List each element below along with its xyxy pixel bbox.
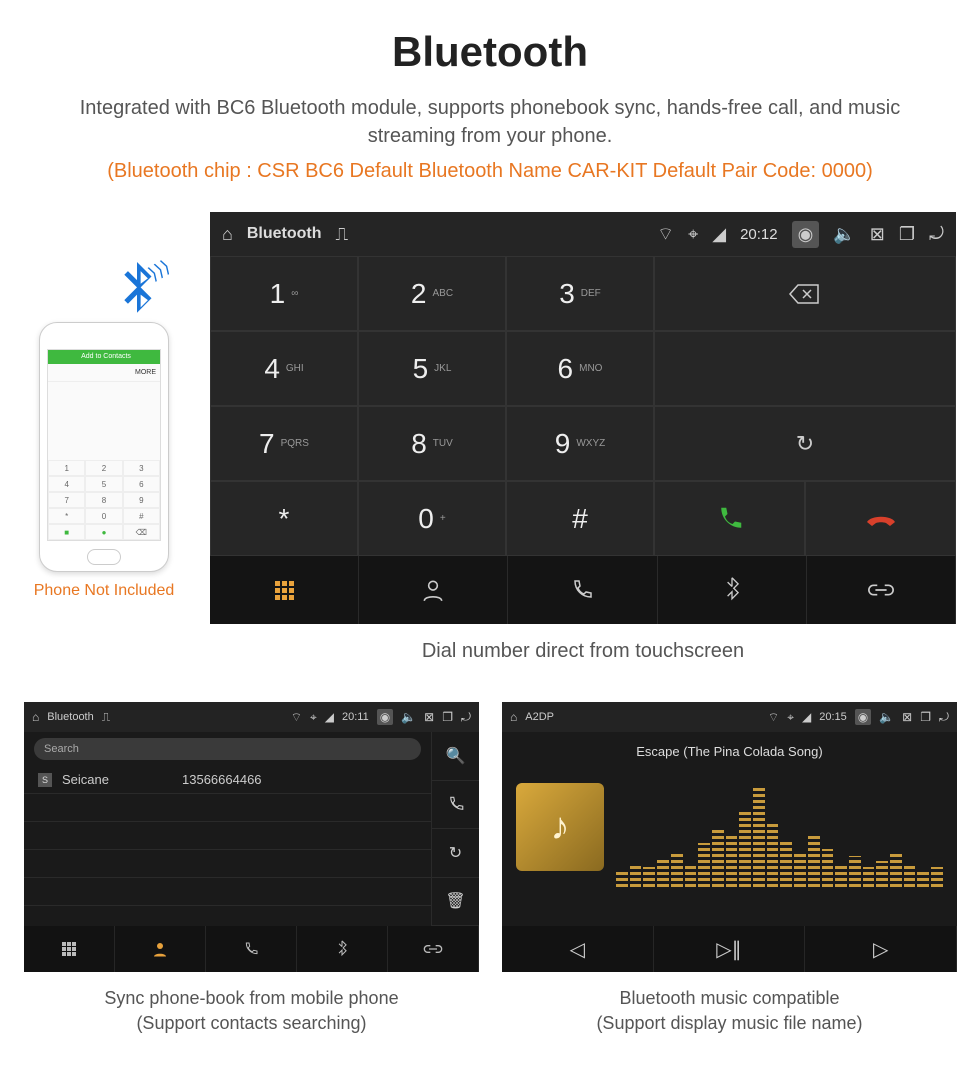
key-6[interactable]: 6MNO xyxy=(506,331,654,406)
nav-pair-icon[interactable] xyxy=(388,926,479,972)
key-2[interactable]: 2ABC xyxy=(358,256,506,331)
key-3[interactable]: 3DEF xyxy=(506,256,654,331)
key-8[interactable]: 8TUV xyxy=(358,406,506,481)
side-search-icon[interactable]: 🔍 xyxy=(431,732,479,781)
volume-icon[interactable]: 🔈 xyxy=(401,710,416,724)
search-input[interactable]: Search xyxy=(34,738,421,760)
status-bar: ⌂ Bluetooth ⎍ ⌔ ⌖ ◢ 20:11 ◉ 🔈 ⊠ ❐ ⤾ xyxy=(24,702,479,732)
phone-caption: Phone Not Included xyxy=(24,582,184,600)
call-button[interactable] xyxy=(654,481,805,556)
clock: 20:11 xyxy=(342,711,369,723)
nav-contacts-icon[interactable] xyxy=(115,926,206,972)
volume-icon[interactable]: 🔈 xyxy=(833,224,855,245)
contact-row-empty xyxy=(24,794,431,822)
visualizer xyxy=(616,777,943,887)
clock: 20:15 xyxy=(819,711,847,723)
home-icon[interactable]: ⌂ xyxy=(222,224,233,245)
empty-cell xyxy=(654,331,956,406)
page-title: Bluetooth xyxy=(0,0,980,76)
screenshot-icon[interactable]: ◉ xyxy=(377,709,393,725)
status-bar: ⌂ A2DP ⌔ ⌖ ◢ 20:15 ◉ 🔈 ⊠ ❐ ⤾ xyxy=(502,702,957,732)
usb-icon: ⎍ xyxy=(102,710,110,725)
phone-home-button xyxy=(87,549,121,565)
prev-track-button[interactable]: ◁ xyxy=(502,926,654,972)
contact-number: 13566664466 xyxy=(182,772,262,787)
backspace-button[interactable] xyxy=(654,256,956,331)
back-icon[interactable]: ⤾ xyxy=(929,224,944,245)
app-name: A2DP xyxy=(525,711,554,723)
track-title: Escape (The Pina Colada Song) xyxy=(516,744,943,759)
screenshot-icon[interactable]: ◉ xyxy=(855,709,871,725)
page-subtitle: Integrated with BC6 Bluetooth module, su… xyxy=(0,94,980,150)
recent-apps-icon[interactable]: ❐ xyxy=(442,710,453,724)
nav-contacts-icon[interactable] xyxy=(359,556,508,624)
recent-apps-icon[interactable]: ❐ xyxy=(899,224,915,245)
home-icon[interactable]: ⌂ xyxy=(32,710,39,724)
nav-recent-icon[interactable] xyxy=(206,926,297,972)
screenshot-icon[interactable]: ◉ xyxy=(792,221,820,248)
close-icon[interactable]: ⊠ xyxy=(870,224,885,245)
app-name: Bluetooth xyxy=(247,225,322,243)
nav-bluetooth-icon[interactable] xyxy=(658,556,807,624)
contact-name: Seicane xyxy=(62,772,172,787)
location-icon: ⌖ xyxy=(310,710,317,725)
close-icon[interactable]: ⊠ xyxy=(424,710,434,724)
wifi-icon: ◢ xyxy=(325,710,334,724)
headunit-phonebook: ⌂ Bluetooth ⎍ ⌔ ⌖ ◢ 20:11 ◉ 🔈 ⊠ ❐ ⤾ Sear… xyxy=(24,702,479,972)
album-art-icon: ♪ xyxy=(516,783,604,871)
nav-keypad-icon[interactable] xyxy=(210,556,359,624)
location-icon: ⌖ xyxy=(787,710,794,725)
side-sync-icon[interactable]: ↻ xyxy=(431,829,479,878)
side-delete-icon[interactable]: 🗑 xyxy=(431,878,479,927)
key-1[interactable]: 1∞ xyxy=(210,256,358,331)
volume-icon[interactable]: 🔈 xyxy=(879,710,894,724)
contact-row-empty xyxy=(24,850,431,878)
app-name: Bluetooth xyxy=(47,711,93,723)
nav-keypad-icon[interactable] xyxy=(24,926,115,972)
bluetooth-status-icon: ⌔ xyxy=(657,223,674,246)
contact-initial-badge: S xyxy=(38,773,52,787)
key-5[interactable]: 5JKL xyxy=(358,331,506,406)
key-4[interactable]: 4GHI xyxy=(210,331,358,406)
key-9[interactable]: 9WXYZ xyxy=(506,406,654,481)
home-icon[interactable]: ⌂ xyxy=(510,710,517,724)
key-*[interactable]: * xyxy=(210,481,358,556)
main-caption: Dial number direct from touchscreen xyxy=(210,640,956,663)
play-pause-button[interactable]: ▷∥ xyxy=(654,926,806,972)
close-icon[interactable]: ⊠ xyxy=(902,710,912,724)
wifi-icon: ◢ xyxy=(802,710,811,724)
redial-button[interactable]: ↻ xyxy=(654,406,956,481)
side-call-icon[interactable] xyxy=(431,781,479,830)
page-spec: (Bluetooth chip : CSR BC6 Default Blueto… xyxy=(0,160,980,183)
key-7[interactable]: 7PQRS xyxy=(210,406,358,481)
bluetooth-status-icon: ⌔ xyxy=(291,710,302,725)
next-track-button[interactable]: ▷ xyxy=(805,926,957,972)
headunit-dialer: ⌂ Bluetooth ⎍ ⌔ ⌖ ◢ 20:12 ◉ 🔈 ⊠ ❐ ⤾ 1∞2A… xyxy=(210,212,956,624)
status-bar: ⌂ Bluetooth ⎍ ⌔ ⌖ ◢ 20:12 ◉ 🔈 ⊠ ❐ ⤾ xyxy=(210,212,956,256)
phone-more-label: MORE xyxy=(135,364,156,381)
location-icon: ⌖ xyxy=(688,224,698,245)
phone-header-label: Add to Contacts xyxy=(81,353,131,360)
nav-recent-icon[interactable] xyxy=(508,556,657,624)
music-caption: Bluetooth music compatible(Support displ… xyxy=(502,986,957,1036)
nav-bluetooth-icon[interactable] xyxy=(297,926,388,972)
hangup-button[interactable] xyxy=(805,481,956,556)
back-icon[interactable]: ⤾ xyxy=(461,710,471,725)
headunit-music: ⌂ A2DP ⌔ ⌖ ◢ 20:15 ◉ 🔈 ⊠ ❐ ⤾ Escape (The… xyxy=(502,702,957,972)
phonebook-caption: Sync phone-book from mobile phone(Suppor… xyxy=(24,986,479,1036)
key-#[interactable]: # xyxy=(506,481,654,556)
phone-mockup: ⟩⟩⟩ Add to Contacts MORE 123 456 789 *0#… xyxy=(24,282,184,600)
key-0[interactable]: 0+ xyxy=(358,481,506,556)
contact-row-empty xyxy=(24,878,431,906)
recent-apps-icon[interactable]: ❐ xyxy=(920,710,931,724)
clock: 20:12 xyxy=(740,226,778,243)
contact-row-empty xyxy=(24,822,431,850)
nav-pair-icon[interactable] xyxy=(807,556,956,624)
contact-row[interactable]: S Seicane 13566664466 xyxy=(24,766,431,794)
usb-icon: ⎍ xyxy=(336,224,349,245)
back-icon[interactable]: ⤾ xyxy=(939,710,949,725)
wifi-icon: ◢ xyxy=(712,224,726,245)
bluetooth-status-icon: ⌔ xyxy=(768,710,779,725)
